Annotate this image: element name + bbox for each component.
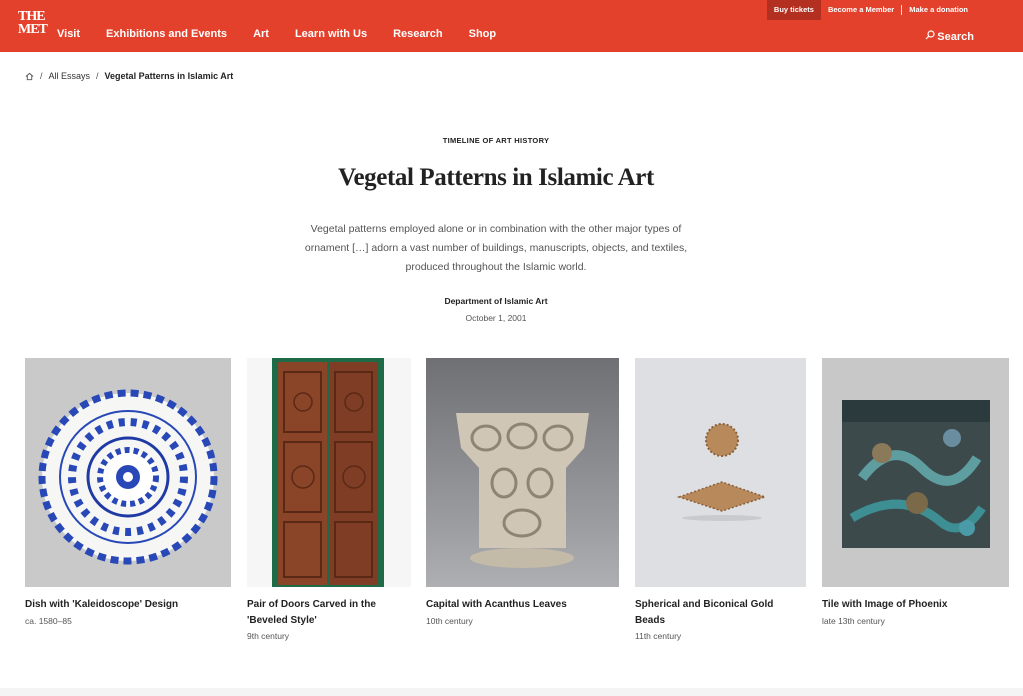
artwork-image-doors[interactable]: [247, 358, 411, 587]
essay-eyebrow: TIMELINE OF ART HISTORY: [442, 136, 550, 145]
essay-date: October 1, 2001: [465, 313, 527, 323]
artwork-date: ca. 1580–85: [25, 615, 72, 626]
become-member-link[interactable]: Become a Member: [821, 0, 901, 20]
search-button[interactable]: Search: [925, 30, 974, 43]
artwork-card-beads[interactable]: Spherical and Biconical Gold Beads 11th …: [635, 358, 806, 641]
artwork-image-capital[interactable]: [426, 358, 619, 587]
breadcrumb: / All Essays / Vegetal Patterns in Islam…: [25, 71, 233, 81]
search-label: Search: [937, 30, 974, 43]
nav-exhibitions-events[interactable]: Exhibitions and Events: [106, 28, 227, 40]
artwork-title[interactable]: Spherical and Biconical Gold Beads: [635, 597, 806, 628]
met-logo[interactable]: THE MET: [18, 10, 48, 42]
artwork-title[interactable]: Capital with Acanthus Leaves: [426, 597, 619, 613]
artwork-date: 10th century: [426, 615, 473, 626]
nav-shop[interactable]: Shop: [469, 28, 497, 40]
artwork-date: late 13th century: [822, 615, 885, 626]
essay-department[interactable]: Department of Islamic Art: [0, 296, 992, 306]
page-title: Vegetal Patterns in Islamic Art: [338, 164, 654, 191]
artwork-card-dish[interactable]: Dish with 'Kaleidoscope' Design ca. 1580…: [25, 358, 231, 626]
nav-visit[interactable]: Visit: [57, 28, 80, 40]
nav-learn-with-us[interactable]: Learn with Us: [295, 28, 367, 40]
breadcrumb-current: Vegetal Patterns in Islamic Art: [104, 71, 234, 81]
utility-nav: Buy tickets Become a Member Make a donat…: [766, 0, 975, 20]
nav-research[interactable]: Research: [393, 28, 443, 40]
artwork-image-tile[interactable]: [822, 358, 1009, 587]
artwork-card-doors[interactable]: Pair of Doors Carved in the 'Beveled Sty…: [247, 358, 411, 641]
artwork-date: 9th century: [247, 631, 290, 641]
main-nav: Visit Exhibitions and Events Art Learn w…: [57, 28, 522, 40]
nav-art[interactable]: Art: [253, 28, 269, 40]
buy-tickets-button[interactable]: Buy tickets: [766, 0, 821, 20]
home-icon[interactable]: [25, 72, 34, 81]
page-bottom-strip: [0, 688, 1023, 696]
artwork-title[interactable]: Dish with 'Kaleidoscope' Design: [25, 597, 231, 613]
search-icon: [925, 30, 935, 43]
artwork-image-dish[interactable]: [25, 358, 231, 587]
essay-summary: Vegetal patterns employed alone or in co…: [304, 223, 688, 273]
site-header: THE MET Visit Exhibitions and Events Art…: [0, 0, 1023, 52]
breadcrumb-separator: /: [40, 71, 43, 81]
artwork-title[interactable]: Tile with Image of Phoenix: [822, 597, 1009, 613]
artwork-date: 11th century: [635, 631, 682, 641]
breadcrumb-separator: /: [96, 71, 99, 81]
artwork-card-capital[interactable]: Capital with Acanthus Leaves 10th centur…: [426, 358, 619, 626]
utility-divider: [901, 5, 903, 15]
breadcrumb-all-essays[interactable]: All Essays: [49, 71, 91, 81]
logo-line-2: MET: [18, 22, 48, 37]
make-donation-link[interactable]: Make a donation: [902, 0, 975, 20]
artwork-image-beads[interactable]: [635, 358, 806, 587]
artwork-title[interactable]: Pair of Doors Carved in the 'Beveled Sty…: [247, 597, 411, 628]
artwork-card-tile[interactable]: Tile with Image of Phoenix late 13th cen…: [822, 358, 1009, 626]
